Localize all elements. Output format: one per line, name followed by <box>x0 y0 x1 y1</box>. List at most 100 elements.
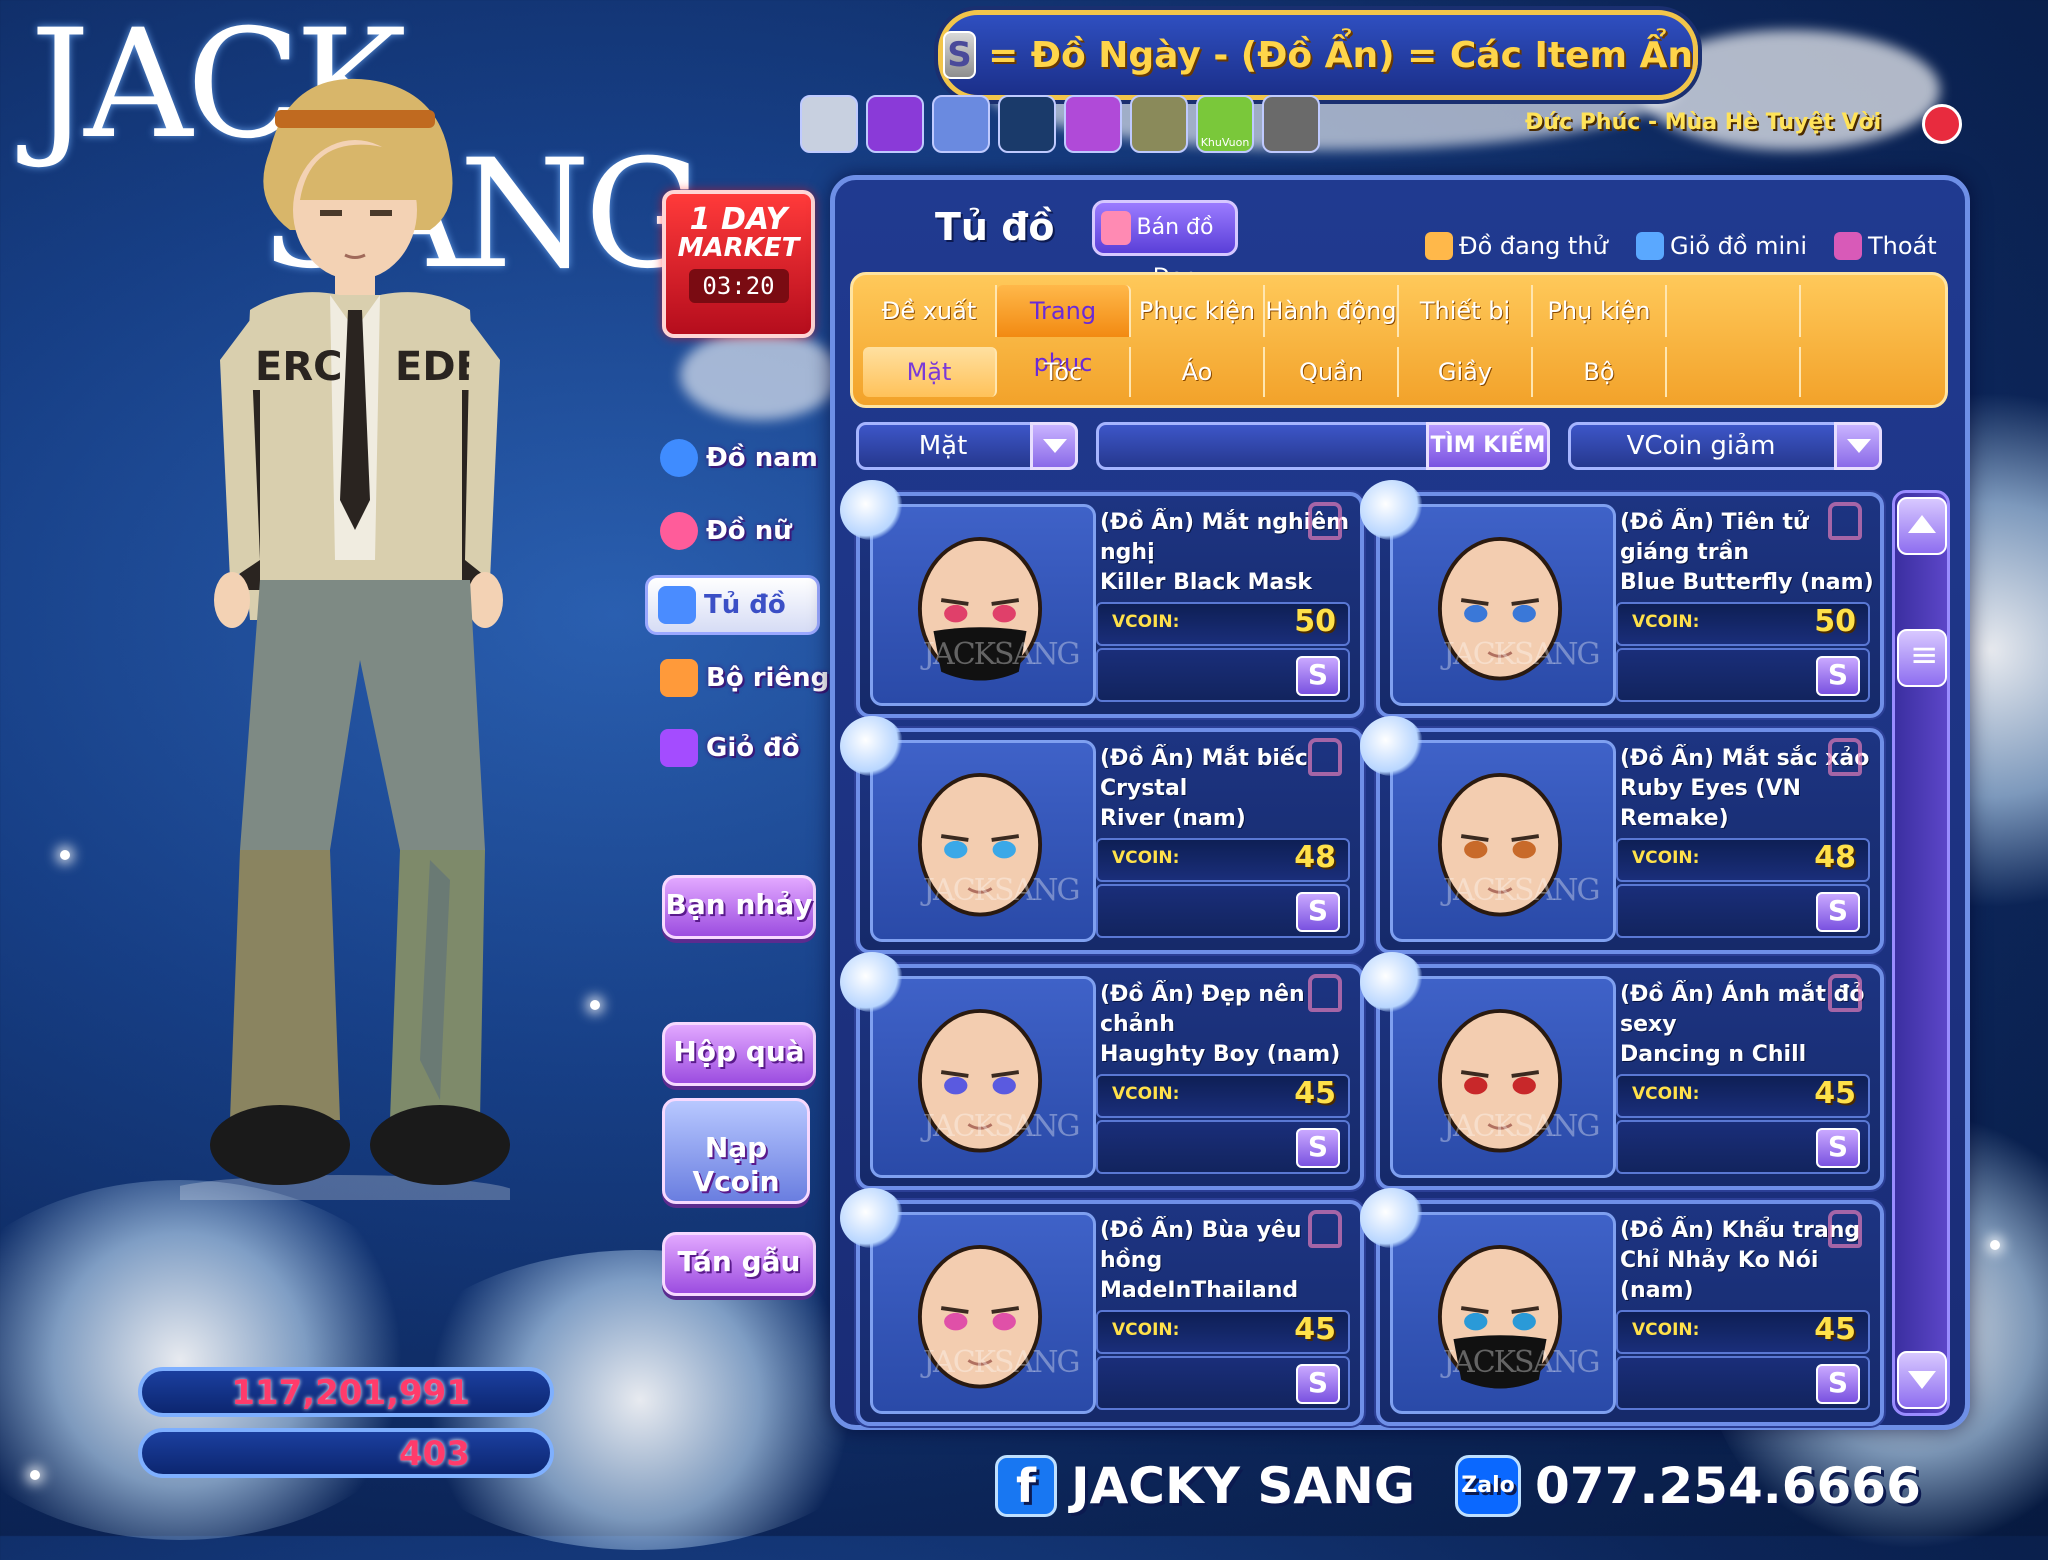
item-card[interactable]: JACKSANG (Đồ Ẩn) Ánh mắt đỏ sexy Dancing … <box>1360 952 1884 1190</box>
category-select[interactable]: Mặt <box>856 422 1078 470</box>
s-tag-button[interactable]: S <box>1296 656 1340 696</box>
tab-sub-0[interactable]: Mặt <box>863 347 997 397</box>
price-value: 45 <box>1814 1312 1856 1347</box>
item-thumbnail[interactable]: JACKSANG <box>870 1212 1096 1414</box>
tab-sub-7 <box>1801 347 1935 397</box>
item-thumbnail[interactable]: JACKSANG <box>1390 976 1616 1178</box>
cat-icon[interactable] <box>998 95 1056 153</box>
market-timer: 03:20 <box>688 269 789 303</box>
player-avatar[interactable]: ERC EDE <box>180 60 510 1200</box>
trying-on-label: Đồ đang thử <box>1459 232 1608 260</box>
now-playing: Đức Phúc - Mùa Hè Tuyệt Vời <box>1525 110 1882 135</box>
s-tag-button[interactable]: S <box>1296 1364 1340 1404</box>
scroll-thumb[interactable] <box>1897 629 1947 687</box>
emoji-icon[interactable] <box>1262 95 1320 153</box>
zalo-contact: Zalo 077.254.6666 <box>1455 1455 1921 1517</box>
item-thumbnail[interactable]: JACKSANG <box>870 976 1096 1178</box>
item-card[interactable]: JACKSANG (Đồ Ẩn) Khẩu trang Chỉ Nhảy Ko N… <box>1360 1188 1884 1426</box>
item-card[interactable]: JACKSANG (Đồ Ẩn) Đẹp nên chảnh Haughty Bo… <box>840 952 1364 1190</box>
exit-link[interactable]: Thoát <box>1834 232 1937 260</box>
item-price-row: VCOIN: 45 <box>1096 1074 1350 1118</box>
s-tag-button[interactable]: S <box>1296 1128 1340 1168</box>
photo-icon[interactable] <box>1130 95 1188 153</box>
tab-main-2[interactable]: Phục kiện <box>1131 285 1265 337</box>
s-tag-button[interactable]: S <box>1296 892 1340 932</box>
one-day-market-badge[interactable]: 1 DAY MARKET 03:20 <box>662 190 815 338</box>
tab-sub-1[interactable]: Tóc <box>997 347 1131 397</box>
bow-decoration-icon <box>840 480 904 540</box>
bow-decoration-icon <box>1360 480 1424 540</box>
lock-icon <box>1828 738 1862 776</box>
item-thumbnail[interactable]: JACKSANG <box>870 504 1096 706</box>
price-label: VCOIN: <box>1632 848 1700 868</box>
menu-gio-do[interactable]: Giỏ đồ <box>660 720 830 776</box>
chevron-down-icon[interactable] <box>1030 422 1078 470</box>
item-thumbnail[interactable]: JACKSANG <box>1390 740 1616 942</box>
facebook-icon: f <box>995 1455 1057 1517</box>
male-icon <box>660 439 698 477</box>
item-price-row: VCOIN: 45 <box>1616 1074 1870 1118</box>
lock-icon <box>1308 974 1342 1012</box>
item-buy-row: S <box>1616 648 1870 702</box>
mini-cart-link[interactable]: Giỏ đồ mini <box>1636 232 1807 260</box>
tab-main-0[interactable]: Đề xuất <box>863 285 997 337</box>
menu-do-nu[interactable]: Đồ nữ <box>660 503 830 559</box>
item-thumbnail[interactable]: JACKSANG <box>870 740 1096 942</box>
scroll-down-button[interactable] <box>1897 1351 1947 1409</box>
item-card[interactable]: JACKSANG (Đồ Ẩn) Mắt sắc xảo Ruby Eyes (V… <box>1360 716 1884 954</box>
menu-tu-do[interactable]: Tủ đồ <box>645 575 820 635</box>
scrollbar[interactable] <box>1892 490 1950 1416</box>
tab-main-4[interactable]: Thiết bị <box>1399 285 1533 337</box>
garden-label: KhuVuon <box>1200 136 1250 149</box>
search-input[interactable]: TÌM KIẾM <box>1096 422 1550 470</box>
menu-bo-rieng[interactable]: Bộ riêng <box>660 650 830 706</box>
s-tag-button[interactable]: S <box>1816 1364 1860 1404</box>
tab-main-1[interactable]: Trang phục <box>997 285 1131 377</box>
cart-icon <box>1636 232 1664 260</box>
trying-on-link[interactable]: Đồ đang thử <box>1425 232 1608 260</box>
garden-icon[interactable]: KhuVuon <box>1196 95 1254 153</box>
tab-sub-4[interactable]: Giầy <box>1399 347 1533 397</box>
music-player-icon[interactable] <box>1922 104 1962 144</box>
mask-icon[interactable] <box>866 95 924 153</box>
tab-sub-5[interactable]: Bộ <box>1533 347 1667 397</box>
item-thumbnail[interactable]: JACKSANG <box>1390 1212 1616 1414</box>
menu-do-nam[interactable]: Đồ nam <box>660 430 830 486</box>
item-card[interactable]: JACKSANG (Đồ Ẩn) Mắt nghiêm nghị Killer B… <box>840 480 1364 718</box>
item-card[interactable]: JACKSANG (Đồ Ẩn) Bùa yêu hồng MadeInThail… <box>840 1188 1364 1426</box>
s-tag-button[interactable]: S <box>1816 656 1860 696</box>
s-tag-button[interactable]: S <box>1816 1128 1860 1168</box>
search-button[interactable]: TÌM KIẾM <box>1426 422 1550 470</box>
tv-icon[interactable] <box>1064 95 1122 153</box>
s-tag-button[interactable]: S <box>1816 892 1860 932</box>
gift-box-button[interactable]: Hộp quà <box>662 1022 816 1086</box>
tab-main-6 <box>1667 285 1801 337</box>
item-thumbnail[interactable]: JACKSANG <box>1390 504 1616 706</box>
octopus-icon[interactable] <box>932 95 990 153</box>
tab-sub-3[interactable]: Quần <box>1265 347 1399 397</box>
lock-icon <box>1308 738 1342 776</box>
topup-vcoin-button[interactable]: Nạp Vcoin <box>662 1098 810 1204</box>
item-watermark: JACKSANG <box>923 637 1080 672</box>
hidden-items-banner: S = Đồ Ngày - (Đồ Ẩn) = Các Item Ẩn <box>938 10 1698 100</box>
chevron-down-icon[interactable] <box>1834 422 1882 470</box>
item-watermark: JACKSANG <box>1443 637 1600 672</box>
price-label: VCOIN: <box>1632 612 1700 632</box>
item-card[interactable]: JACKSANG (Đồ Ẩn) Mắt biếc Crystal River (… <box>840 716 1364 954</box>
tab-main-5[interactable]: Phụ kiện <box>1533 285 1667 337</box>
banner-text: = Đồ Ngày - (Đồ Ẩn) = Các Item Ẩn <box>988 34 1693 76</box>
ban-do-den-button[interactable]: Bán đồ Đen <box>1092 200 1238 290</box>
item-price-row: VCOIN: 48 <box>1616 838 1870 882</box>
tab-sub-2[interactable]: Áo <box>1131 347 1265 397</box>
ghost-icon[interactable] <box>800 95 858 153</box>
item-buy-row: S <box>1096 1120 1350 1174</box>
dance-partner-button[interactable]: Bạn nhảy <box>662 875 816 939</box>
scroll-up-button[interactable] <box>1897 497 1947 555</box>
bow-decoration-icon <box>840 1188 904 1248</box>
item-card[interactable]: JACKSANG (Đồ Ẩn) Tiên tử giáng trần Blue … <box>1360 480 1884 718</box>
market-title-2: MARKET <box>677 233 800 263</box>
chat-button[interactable]: Tán gẫu <box>662 1232 816 1296</box>
tab-main-3[interactable]: Hành động <box>1265 285 1399 337</box>
sort-select-value: VCoin giảm <box>1626 431 1776 461</box>
sort-select[interactable]: VCoin giảm <box>1568 422 1882 470</box>
